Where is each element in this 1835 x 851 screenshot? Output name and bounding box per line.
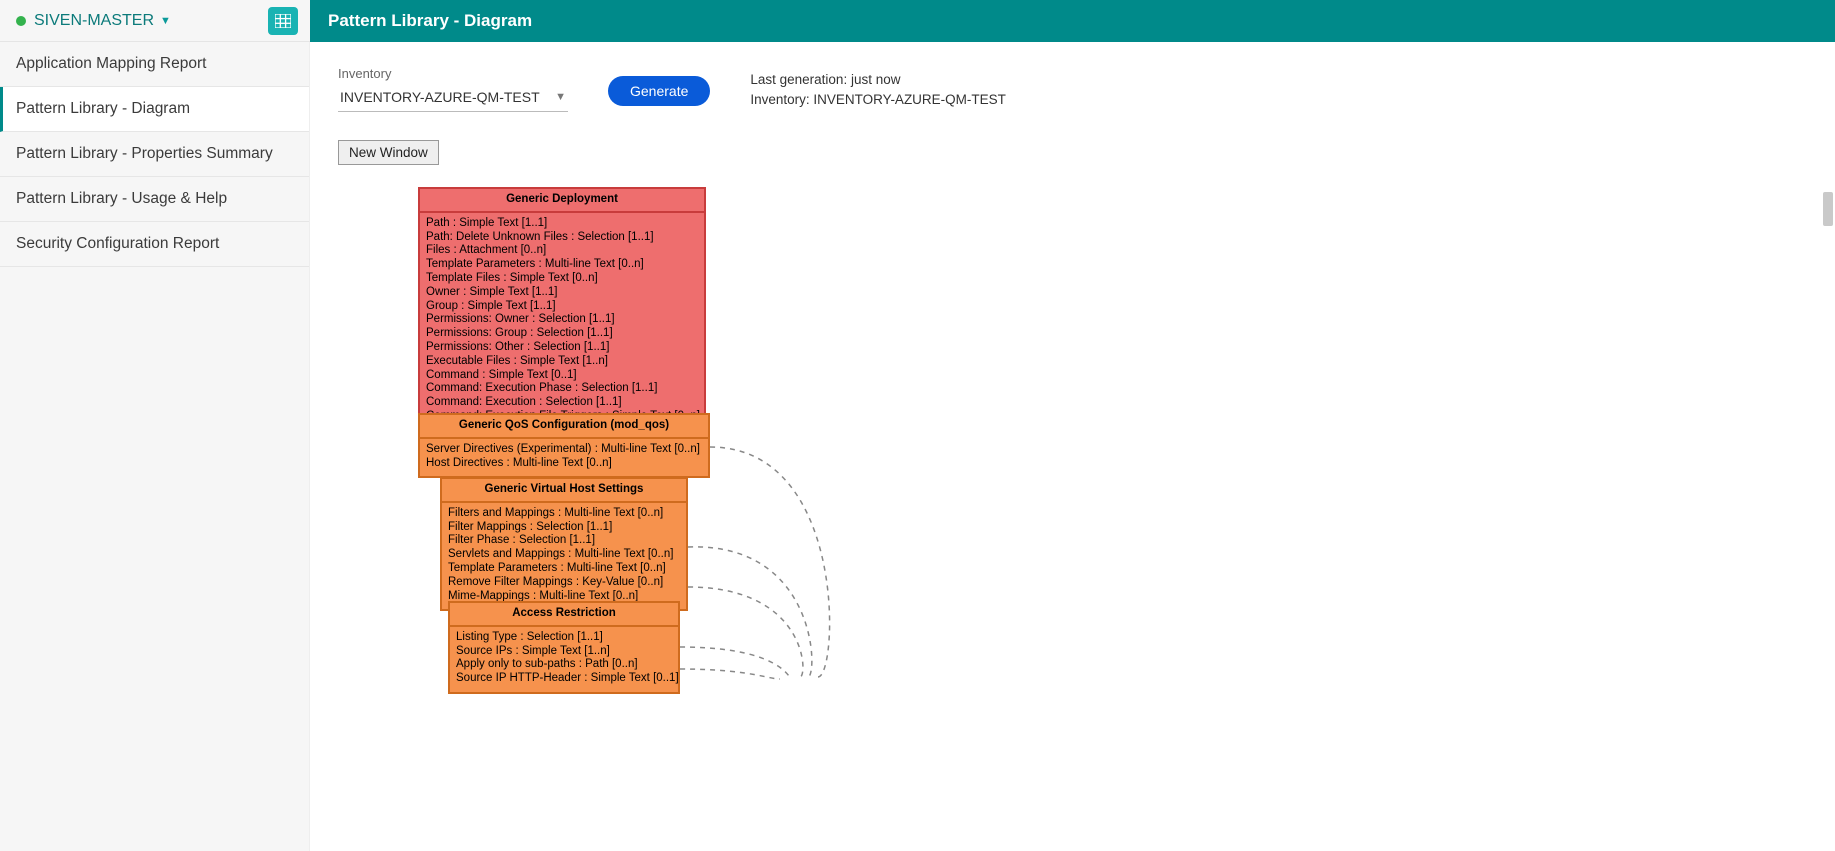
- generation-info: Last generation: just now Inventory: INV…: [750, 70, 1006, 109]
- node-field: Group : Simple Text [1..1]: [426, 300, 698, 314]
- node-field: Path: Delete Unknown Files : Selection […: [426, 231, 698, 245]
- node-field: Template Parameters : Multi-line Text [0…: [426, 258, 698, 272]
- new-window-button[interactable]: New Window: [338, 140, 439, 165]
- node-field: Executable Files : Simple Text [1..n]: [426, 355, 698, 369]
- page-title: Pattern Library - Diagram: [328, 11, 532, 31]
- sidebar: Application Mapping Report Pattern Libra…: [0, 42, 310, 851]
- diagram-node-generic-qos[interactable]: Generic QoS Configuration (mod_qos) Serve…: [418, 413, 710, 478]
- node-field: Listing Type : Selection [1..1]: [456, 631, 672, 645]
- node-field: Source IPs : Simple Text [1..n]: [456, 645, 672, 659]
- node-field: Permissions: Owner : Selection [1..1]: [426, 313, 698, 327]
- inventory-select[interactable]: INVENTORY-AZURE-QM-TEST ▼: [338, 85, 568, 112]
- diagram-node-access-restriction[interactable]: Access RestrictionListing Type : Selecti…: [448, 601, 680, 694]
- sidebar-item-pattern-usage[interactable]: Pattern Library - Usage & Help: [0, 177, 309, 222]
- node-field: Servlets and Mappings : Multi-line Text …: [448, 548, 680, 562]
- node-field: Files : Attachment [0..n]: [426, 244, 698, 258]
- sidebar-item-pattern-properties[interactable]: Pattern Library - Properties Summary: [0, 132, 309, 177]
- sidebar-item-app-mapping[interactable]: Application Mapping Report: [0, 42, 309, 87]
- node-title: Access Restriction: [450, 603, 678, 627]
- project-name: SIVEN-MASTER: [34, 12, 154, 30]
- inventory-label: Inventory: [338, 66, 568, 81]
- node-field: Command: Execution Phase : Selection [1.…: [426, 382, 698, 396]
- diagram-node-virtual-host[interactable]: Generic Virtual Host Settings Filters and…: [440, 477, 688, 611]
- node-field: Permissions: Other : Selection [1..1]: [426, 341, 698, 355]
- sidebar-item-security-config[interactable]: Security Configuration Report: [0, 222, 309, 267]
- node-field: Template Parameters : Multi-line Text [0…: [448, 562, 680, 576]
- diagram-canvas[interactable]: Generic DeploymentPath : Simple Text [1.…: [418, 187, 1807, 707]
- node-field: Filter Phase : Selection [1..1]: [448, 534, 680, 548]
- scrollbar-thumb[interactable]: [1823, 192, 1833, 226]
- generate-button[interactable]: Generate: [608, 76, 710, 106]
- node-field: Source IP HTTP-Header : Simple Text [0..…: [456, 672, 672, 686]
- grid-icon: [275, 14, 291, 28]
- node-field: Command: Execution : Selection [1..1]: [426, 396, 698, 410]
- node-field: Filter Mappings : Selection [1..1]: [448, 521, 680, 535]
- node-body: Listing Type : Selection [1..1]Source IP…: [450, 627, 678, 692]
- project-selector[interactable]: SIVEN-MASTER ▼: [16, 12, 171, 30]
- node-field: Permissions: Group : Selection [1..1]: [426, 327, 698, 341]
- node-title: Generic Deployment: [420, 189, 704, 213]
- node-field: Owner : Simple Text [1..1]: [426, 286, 698, 300]
- node-field: Path : Simple Text [1..1]: [426, 217, 698, 231]
- node-field: Filters and Mappings : Multi-line Text […: [448, 507, 680, 521]
- node-field: Server Directives (Experimental) : Multi…: [426, 443, 702, 457]
- node-title: Generic QoS Configuration (mod_qos): [420, 415, 708, 439]
- node-body: Filters and Mappings : Multi-line Text […: [442, 503, 686, 610]
- sidebar-item-pattern-diagram[interactable]: Pattern Library - Diagram: [0, 87, 309, 132]
- status-dot-icon: [16, 16, 26, 26]
- inventory-value: INVENTORY-AZURE-QM-TEST: [340, 89, 540, 105]
- grid-view-button[interactable]: [268, 7, 298, 35]
- node-field: Apply only to sub-paths : Path [0..n]: [456, 658, 672, 672]
- node-title: Generic Virtual Host Settings: [442, 479, 686, 503]
- chevron-down-icon: ▼: [160, 15, 171, 27]
- node-body: Server Directives (Experimental) : Multi…: [420, 439, 708, 477]
- node-field: Command : Simple Text [0..1]: [426, 369, 698, 383]
- chevron-down-icon: ▼: [555, 91, 566, 103]
- node-field: Template Files : Simple Text [0..n]: [426, 272, 698, 286]
- node-field: Host Directives : Multi-line Text [0..n]: [426, 457, 702, 471]
- node-field: Remove Filter Mappings : Key-Value [0..n…: [448, 576, 680, 590]
- diagram-node-generic-deployment[interactable]: Generic DeploymentPath : Simple Text [1.…: [418, 187, 706, 432]
- node-body: Path : Simple Text [1..1]Path: Delete Un…: [420, 213, 704, 430]
